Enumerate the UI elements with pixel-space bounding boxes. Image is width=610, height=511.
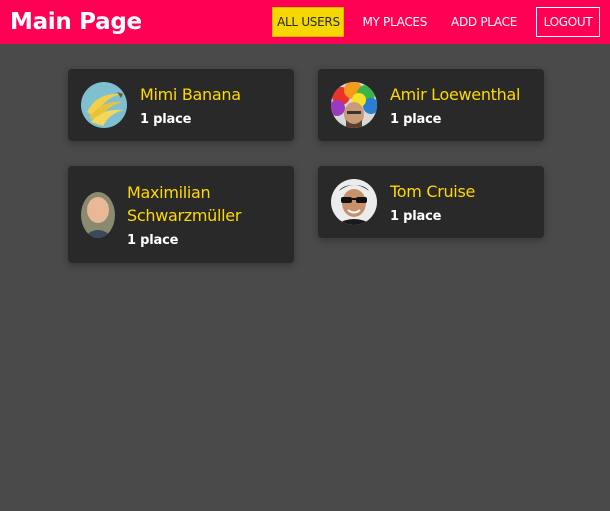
rainbow-wig-avatar-icon: [331, 82, 377, 128]
main-header: Main Page ALL USERS MY PLACES ADD PLACE …: [0, 0, 610, 44]
banana-avatar-icon: [81, 82, 127, 128]
page-title[interactable]: Main Page: [10, 9, 142, 35]
user-card[interactable]: Maximilian Schwarzmüller 1 place: [68, 166, 294, 263]
user-info: Maximilian Schwarzmüller 1 place: [127, 181, 267, 248]
user-info: Mimi Banana 1 place: [140, 83, 241, 127]
sunglasses-avatar-icon: [331, 179, 377, 225]
user-card[interactable]: Mimi Banana 1 place: [68, 69, 294, 141]
nav-add-place[interactable]: ADD PLACE: [439, 7, 529, 37]
place-count: 1 place: [140, 112, 192, 127]
logout-button[interactable]: LOGOUT: [536, 7, 600, 37]
user-name: Tom Cruise: [390, 182, 476, 201]
user-card[interactable]: Tom Cruise 1 place: [318, 166, 544, 238]
nav-my-places[interactable]: MY PLACES: [350, 7, 439, 37]
nav-all-users[interactable]: ALL USERS: [272, 7, 345, 37]
man-portrait-avatar-icon: [81, 191, 115, 238]
user-name: Mimi Banana: [140, 85, 241, 104]
main-nav: ALL USERS MY PLACES ADD PLACE LOGOUT: [272, 0, 600, 44]
place-count: 1 place: [127, 233, 179, 248]
user-card[interactable]: Amir Loewenthal 1 place: [318, 69, 544, 141]
user-info: Amir Loewenthal 1 place: [390, 83, 520, 127]
place-count: 1 place: [390, 112, 442, 127]
user-name: Amir Loewenthal: [390, 85, 521, 104]
user-name: Maximilian Schwarzmüller: [127, 183, 242, 225]
place-count: 1 place: [390, 209, 442, 224]
user-info: Tom Cruise 1 place: [390, 180, 475, 224]
